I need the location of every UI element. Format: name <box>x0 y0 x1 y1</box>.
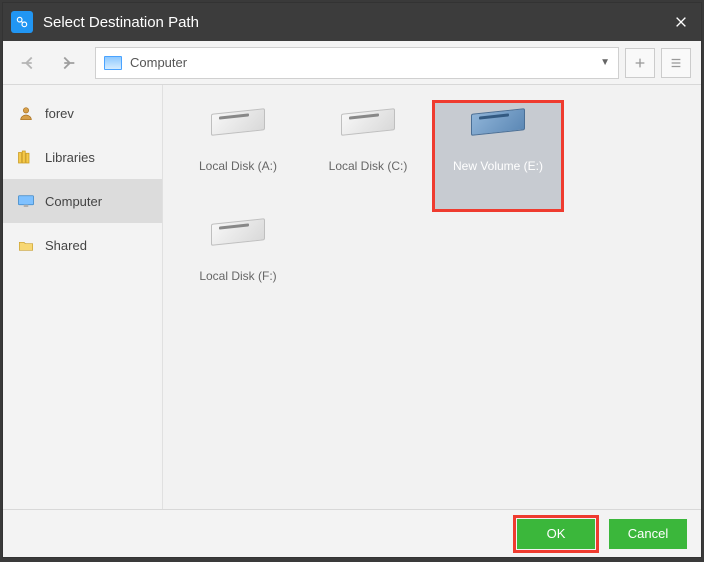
drive-label: Local Disk (F:) <box>199 269 276 283</box>
chevron-down-icon[interactable]: ▼ <box>600 57 610 68</box>
user-icon <box>17 104 35 122</box>
close-button[interactable] <box>661 3 701 41</box>
computer-icon <box>17 192 35 210</box>
titlebar: Select Destination Path <box>3 3 701 41</box>
sidebar-item-label: Libraries <box>45 150 95 165</box>
disk-icon <box>341 111 395 145</box>
view-list-button[interactable] <box>661 48 691 78</box>
path-location: Computer <box>130 55 187 70</box>
content-area: Local Disk (A:) Local Disk (C:) New Volu… <box>163 85 701 509</box>
sidebar-item-libraries[interactable]: Libraries <box>3 135 162 179</box>
app-icon <box>11 11 33 33</box>
disk-icon <box>211 111 265 145</box>
footer: OK Cancel <box>3 509 701 557</box>
drive-label: Local Disk (A:) <box>199 159 277 173</box>
sidebar-item-shared[interactable]: Shared <box>3 223 162 267</box>
dialog-window: Select Destination Path Computer ▼ <box>2 2 702 558</box>
sidebar-item-label: Shared <box>45 238 87 253</box>
drive-label: Local Disk (C:) <box>329 159 408 173</box>
computer-icon <box>104 56 122 70</box>
path-bar[interactable]: Computer ▼ <box>95 47 619 79</box>
drive-item[interactable]: Local Disk (A:) <box>173 101 303 211</box>
drive-label: New Volume (E:) <box>453 159 543 173</box>
shared-folder-icon <box>17 236 35 254</box>
dialog-title: Select Destination Path <box>43 14 661 31</box>
back-button[interactable] <box>13 47 45 79</box>
libraries-icon <box>17 148 35 166</box>
forward-button[interactable] <box>51 47 83 79</box>
sidebar-item-computer[interactable]: Computer <box>3 179 162 223</box>
sidebar-item-label: forev <box>45 106 74 121</box>
cancel-button[interactable]: Cancel <box>609 519 687 549</box>
ok-button[interactable]: OK <box>517 519 595 549</box>
new-folder-button[interactable] <box>625 48 655 78</box>
drive-item[interactable]: Local Disk (C:) <box>303 101 433 211</box>
drive-item[interactable]: Local Disk (F:) <box>173 211 303 321</box>
toolbar: Computer ▼ <box>3 41 701 85</box>
disk-icon <box>211 221 265 255</box>
body: forev Libraries Computer Shared <box>3 85 701 509</box>
disk-icon <box>471 111 525 145</box>
drive-item-selected[interactable]: New Volume (E:) <box>433 101 563 211</box>
sidebar-item-user[interactable]: forev <box>3 91 162 135</box>
sidebar: forev Libraries Computer Shared <box>3 85 163 509</box>
sidebar-item-label: Computer <box>45 194 102 209</box>
